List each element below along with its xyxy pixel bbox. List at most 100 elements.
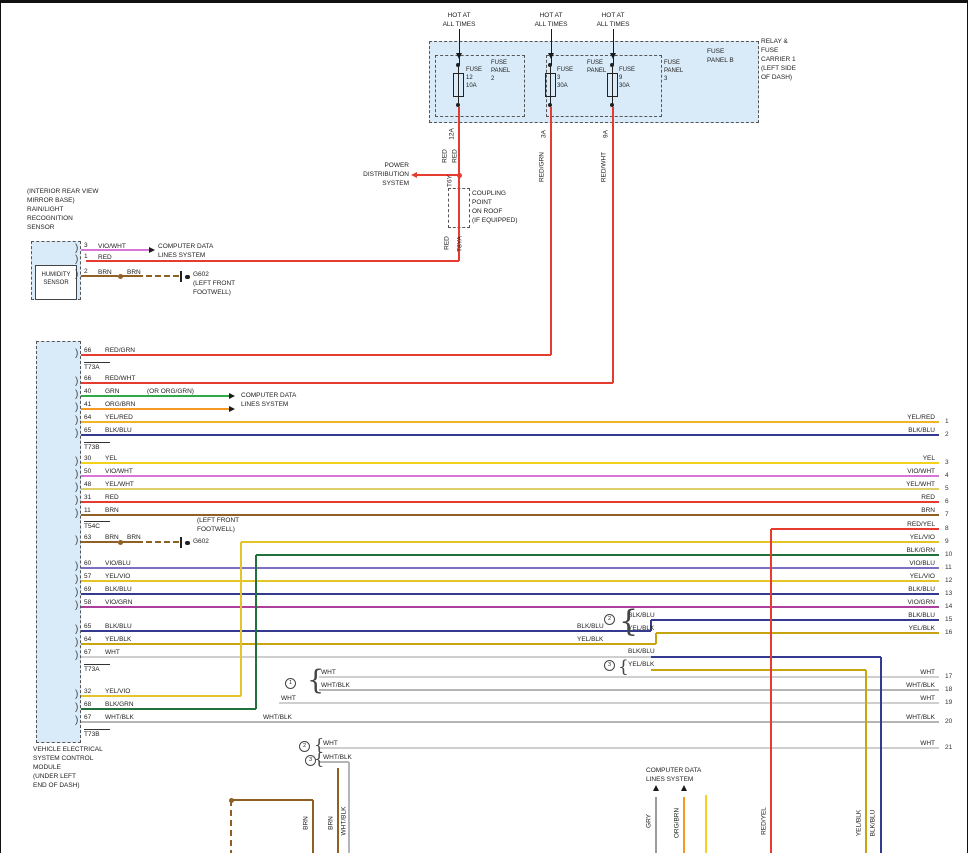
humidity-sensor-box: HUMIDITY SENSOR (35, 265, 77, 300)
junction-dot (118, 540, 123, 545)
wire-label: VIO/GRN (908, 599, 935, 606)
pin-number: 63 (84, 534, 91, 541)
wire-blk-grn-horizontal (256, 554, 939, 556)
wire-label: YEL/WHT (105, 481, 134, 488)
wire-label: RED/YEL (761, 807, 768, 835)
wire-label: 3A (541, 130, 548, 138)
wire-label: BLK/BLU (908, 612, 935, 619)
splice-reference: 3 (604, 660, 615, 671)
wire-blk-blu-horizontal (81, 593, 939, 595)
wire-red-wht-horizontal (81, 382, 613, 384)
wire-label: YEL/BLK (856, 810, 863, 836)
wiring-diagram-canvas: HOT AT ALL TIMES HOT AT ALL TIMES HOT AT… (0, 0, 968, 853)
pin-bracket: ) (75, 690, 78, 700)
pin-bracket: ) (75, 244, 78, 254)
group-brace: { (619, 610, 638, 634)
pin-bracket: ) (75, 536, 78, 546)
pin-bracket: ) (75, 349, 78, 359)
wire-label: YEL (105, 455, 117, 462)
pin-bracket: ) (75, 403, 78, 413)
pin-bracket: ) (75, 716, 78, 726)
circuit-row-number: 21 (945, 744, 952, 752)
wire-label: BRN (328, 816, 335, 830)
wire-yel-blk-horizontal (651, 669, 866, 671)
wire-grn-horizontal (81, 395, 229, 397)
pin-number: 3 (84, 242, 88, 249)
pin-number: 66 (84, 347, 91, 354)
group-brace: { (618, 662, 629, 673)
pin-bracket: ) (75, 255, 78, 265)
pin-number: 64 (84, 636, 91, 643)
wire-black-vertical (459, 29, 460, 65)
circuit-row-number: 8 (945, 525, 949, 533)
group-brace: { (314, 754, 324, 764)
hot-at-all-times-label-3: HOT AT ALL TIMES (591, 11, 635, 29)
wire-vio-wht-horizontal (81, 475, 939, 477)
splice-reference: 1 (285, 678, 296, 689)
wire-label: ORG/BRN (105, 401, 135, 408)
connector-label: T73A (84, 362, 110, 372)
vehicle-electrical-module-label: VEHICLE ELECTRICAL SYSTEM CONTROL MODULE… (33, 745, 103, 790)
wire-label: WHT (920, 740, 935, 747)
ground-symbol-g602-mid (180, 537, 192, 548)
wire-red-grn-horizontal (81, 354, 551, 356)
pin-number: 65 (84, 427, 91, 434)
wire-yel-vio-horizontal (81, 580, 939, 582)
wire-red-wht-vertical (612, 107, 614, 383)
wire-brn-horizontal (122, 541, 137, 543)
wire-black-vertical (551, 29, 552, 65)
wire-label: WHT (281, 695, 296, 702)
pin-number: 2 (84, 268, 88, 275)
computer-data-lines-label-bottom: COMPUTER DATA LINES SYSTEM (646, 766, 701, 784)
wire-label: RED/YEL (907, 521, 935, 528)
pin-number: 69 (84, 586, 91, 593)
wire-label: BLK/GRN (105, 701, 134, 708)
splice-reference: 2 (604, 614, 615, 625)
circuit-row-number: 4 (945, 472, 949, 480)
wire-label: YEL/VIO (910, 534, 935, 541)
wire-brn-horizontal (137, 275, 179, 277)
wire-label: BLK/BLU (908, 586, 935, 593)
pin-number: 60 (84, 560, 91, 567)
wire-label: RED (452, 149, 459, 163)
arrowhead-down (610, 53, 616, 59)
fuse-9-symbol (607, 63, 618, 107)
circuit-row-number: 16 (945, 629, 952, 637)
wire-label: WHT (105, 649, 120, 656)
junction-dot (457, 173, 462, 178)
wire-brn-horizontal (231, 799, 313, 801)
pin-bracket: ) (75, 703, 78, 713)
circuit-row-number: 2 (945, 431, 949, 439)
pin-number: 68 (84, 701, 91, 708)
wire-label: 9A (603, 130, 610, 138)
circuit-row-number: 12 (945, 577, 952, 585)
pin-bracket: ) (75, 588, 78, 598)
fuse-3-symbol (545, 63, 556, 107)
wire-label: BRN (921, 507, 935, 514)
wire-label: RED/WHT (105, 375, 135, 382)
wire-wht-horizontal (319, 676, 939, 678)
wire-label: BLK/BLU (908, 427, 935, 434)
wire-label: GRN (105, 388, 119, 395)
fuse-3-label: FUSE 3 30A (557, 66, 573, 90)
wire-label: VIO/BLU (909, 560, 935, 567)
wire-label: WHT/BLK (906, 682, 935, 689)
wire-blk-grn-horizontal (81, 708, 256, 710)
wire-label: RED (921, 494, 935, 501)
power-distribution-label: POWER DISTRIBUTION SYSTEM (351, 161, 409, 188)
arrowhead-down (456, 53, 462, 59)
fuse-12-symbol (453, 63, 464, 107)
wire-label: YEL/BLK (909, 625, 935, 632)
pin-bracket: ) (75, 575, 78, 585)
wire-blk-blu-horizontal (81, 630, 651, 632)
wire-red-grn-vertical (550, 107, 552, 355)
wire-label: BLK/GRN (906, 547, 935, 554)
circuit-row-number: 5 (945, 485, 949, 493)
g602-location-top: (LEFT FRONT FOOTWELL) (193, 279, 235, 297)
wire-label: VIO/WHT (907, 468, 935, 475)
wire-label: RED/GRN (105, 347, 135, 354)
wire-red-horizontal (86, 260, 459, 262)
arrowhead-right (229, 406, 235, 412)
wire-yel-red-horizontal (81, 421, 939, 423)
circuit-row-number: 1 (945, 418, 949, 426)
